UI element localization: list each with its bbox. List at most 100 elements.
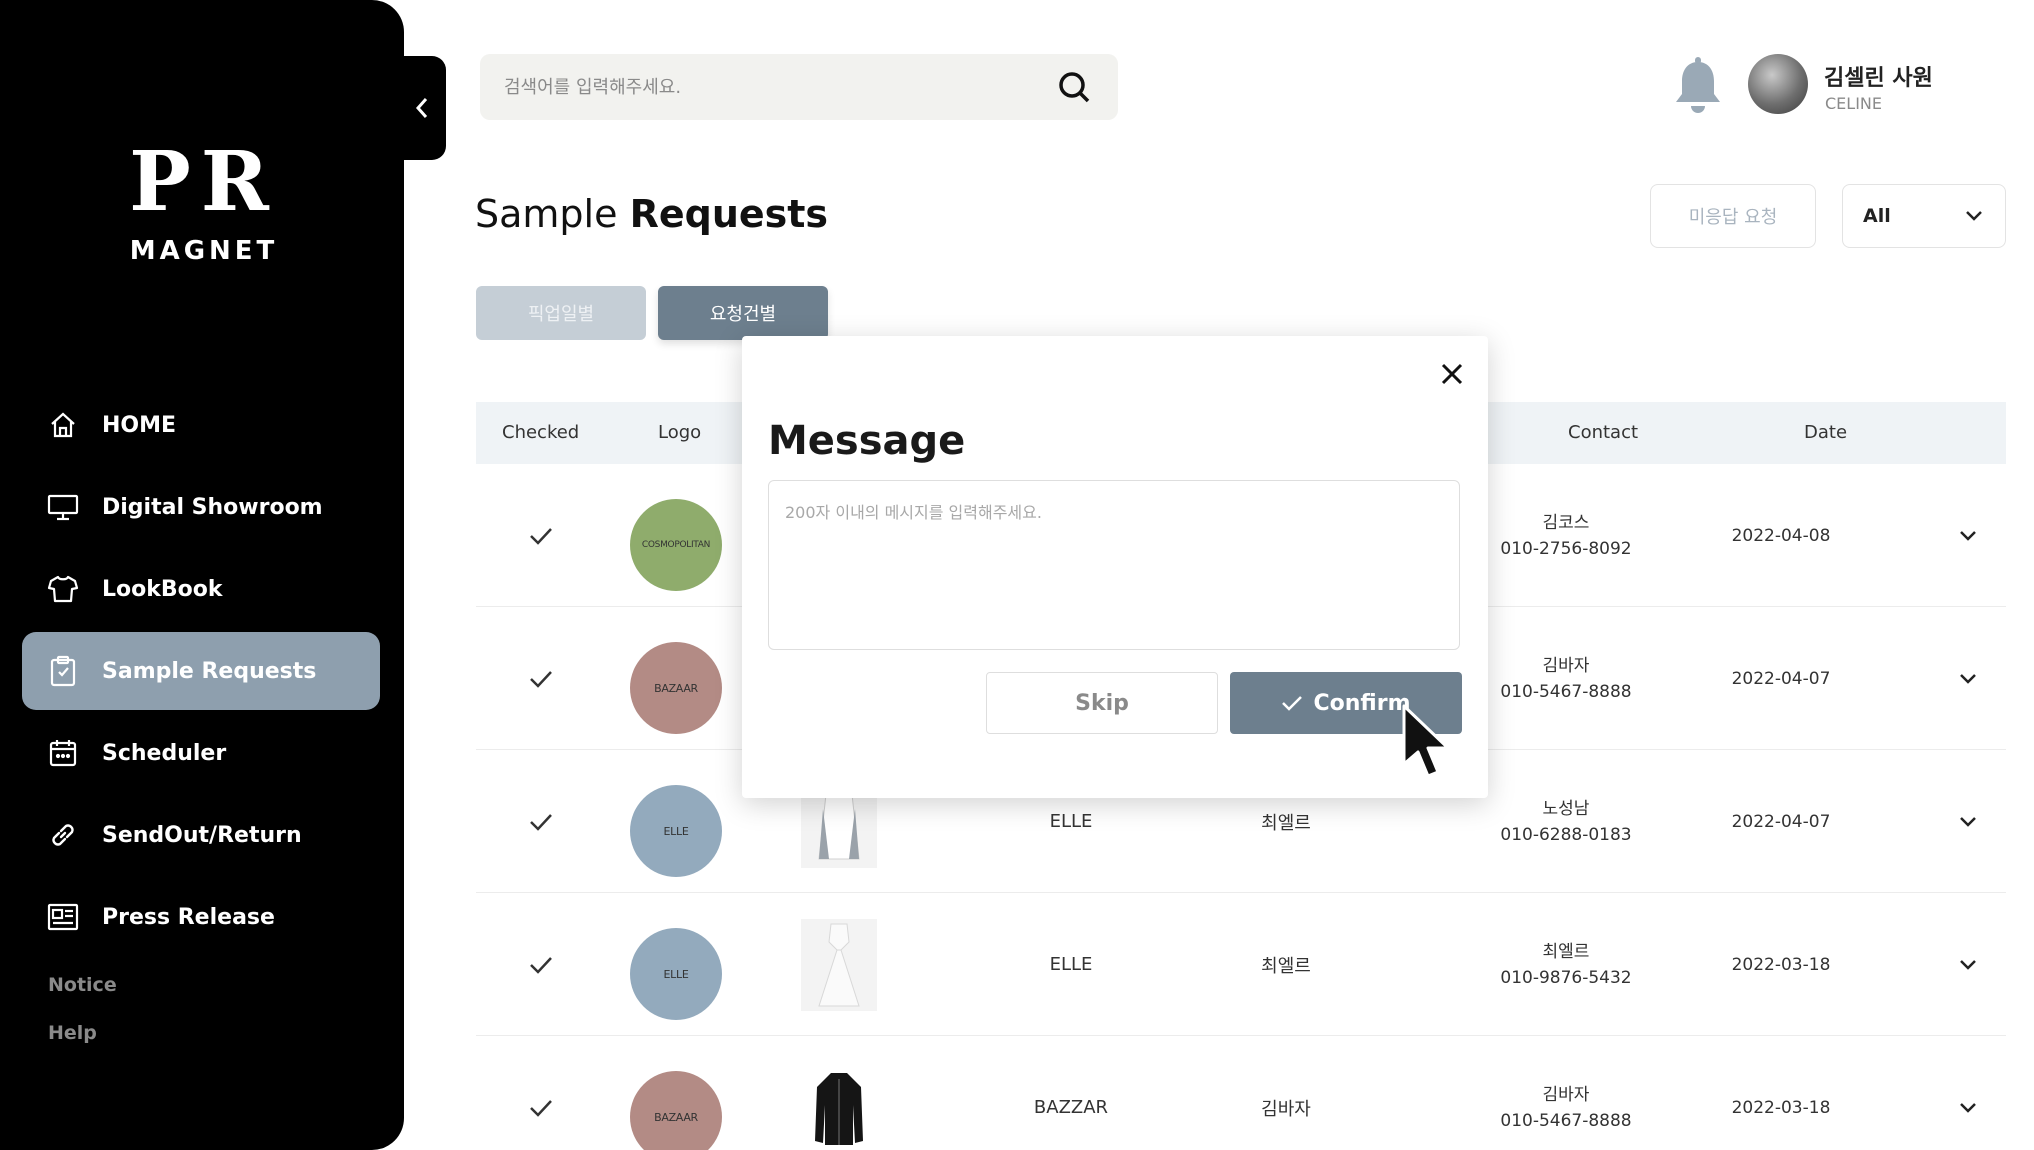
message-modal: Message Skip Confirm xyxy=(742,336,1488,798)
check-icon[interactable] xyxy=(516,1036,566,1150)
app-logo[interactable]: PR MAGNET xyxy=(104,140,304,266)
check-icon[interactable] xyxy=(516,893,566,1036)
magazine-logo: ELLE xyxy=(630,928,722,1020)
check-icon[interactable] xyxy=(516,750,566,893)
contact-name: 노성남 xyxy=(1542,798,1590,819)
sidebar-item-digital-showroom[interactable]: Digital Showroom xyxy=(22,468,380,546)
logo-badge: COSMOPOLITAN xyxy=(630,499,722,591)
table-row[interactable]: BAZAAR BAZZAR 김바자 김바자 010-5467-8888 2022… xyxy=(476,1036,2006,1150)
logo-text-bottom: MAGNET xyxy=(129,236,279,266)
tab-by-request[interactable]: 요청건별 xyxy=(658,286,828,340)
magazine-logo: BAZAAR xyxy=(630,1071,722,1150)
sample-thumbnail[interactable] xyxy=(801,1036,877,1150)
user-company: CELINE xyxy=(1825,94,1882,113)
chevron-down-icon[interactable] xyxy=(1946,893,1990,1036)
check-icon[interactable] xyxy=(516,464,566,607)
search-icon[interactable] xyxy=(1054,67,1094,107)
contact-phone: 010-6288-0183 xyxy=(1500,824,1632,845)
chevron-left-icon xyxy=(415,98,428,118)
column-header-logo: Logo xyxy=(658,422,702,443)
magazine-logo: BAZAAR xyxy=(630,642,722,734)
sidebar-item-label: HOME xyxy=(102,412,177,438)
sidebar-item-sample-requests[interactable]: Sample Requests xyxy=(22,632,380,710)
link-icon xyxy=(46,818,80,852)
home-icon xyxy=(46,408,80,442)
contact-name: 김바자 xyxy=(1542,655,1590,676)
page-title-bold: Requests xyxy=(629,192,829,236)
search-bar xyxy=(480,54,1118,120)
app: PR MAGNET HOME Digital Showroom LookBook… xyxy=(0,0,2034,1150)
sidebar-item-label: Digital Showroom xyxy=(102,494,323,520)
notice-link[interactable]: Notice xyxy=(48,974,117,996)
date-cell: 2022-04-08 xyxy=(1731,525,1831,546)
skip-button[interactable]: Skip xyxy=(986,672,1218,734)
sidebar-item-press-release[interactable]: Press Release xyxy=(22,878,380,956)
contact-phone: 010-5467-8888 xyxy=(1500,681,1632,702)
sidebar-item-lookbook[interactable]: LookBook xyxy=(22,550,380,628)
jacket-image xyxy=(801,1061,877,1150)
dress-image xyxy=(801,918,877,1011)
chevron-down-icon[interactable] xyxy=(1946,607,1990,750)
column-header-checked: Checked xyxy=(502,422,580,443)
help-link[interactable]: Help xyxy=(48,1022,117,1044)
filter-select[interactable]: All xyxy=(1842,184,2006,248)
sidebar: PR MAGNET HOME Digital Showroom LookBook… xyxy=(0,0,404,1150)
chevron-down-icon[interactable] xyxy=(1946,750,1990,893)
sidebar-nav: HOME Digital Showroom LookBook Sample Re… xyxy=(22,386,380,960)
contact-phone: 010-9876-5432 xyxy=(1500,967,1632,988)
date-cell: 2022-04-07 xyxy=(1731,811,1831,832)
chevron-down-icon[interactable] xyxy=(1946,1036,1990,1150)
magazine-logo: COSMOPOLITAN xyxy=(630,499,722,591)
date-cell: 2022-03-18 xyxy=(1731,954,1831,975)
modal-title: Message xyxy=(768,418,966,464)
close-icon[interactable] xyxy=(1434,356,1470,392)
chevron-down-icon xyxy=(1966,211,1982,221)
magazine-cell: BAZZAR xyxy=(1033,1097,1109,1118)
sidebar-item-scheduler[interactable]: Scheduler xyxy=(22,714,380,792)
contact-name: 김바자 xyxy=(1542,1084,1590,1105)
logo-text-top: PR xyxy=(129,134,279,230)
message-textarea[interactable] xyxy=(768,480,1460,650)
contact-cell: 김바자 010-5467-8888 xyxy=(1476,1036,1656,1150)
column-header-date: Date xyxy=(1804,422,1848,443)
magazine-logo: ELLE xyxy=(630,785,722,877)
sidebar-item-label: Scheduler xyxy=(102,740,227,766)
sidebar-item-sendout-return[interactable]: SendOut/Return xyxy=(22,796,380,874)
bell-icon[interactable] xyxy=(1670,56,1726,116)
page-title: Sample Requests xyxy=(475,192,828,236)
search-input[interactable] xyxy=(504,76,1054,98)
unanswered-requests-button[interactable]: 미응답 요청 xyxy=(1650,184,1816,248)
sidebar-footer-links: Notice Help xyxy=(48,974,117,1070)
sidebar-item-label: Sample Requests xyxy=(102,658,317,684)
logo-badge: BAZAAR xyxy=(630,1071,722,1150)
sample-thumbnail[interactable] xyxy=(801,893,877,1036)
page-title-light: Sample xyxy=(475,192,618,236)
date-cell: 2022-03-18 xyxy=(1731,1097,1831,1118)
sidebar-item-label: SendOut/Return xyxy=(102,822,302,848)
contact-cell: 김바자 010-5467-8888 xyxy=(1476,607,1656,750)
sidebar-collapse-button[interactable] xyxy=(398,56,446,160)
avatar[interactable] xyxy=(1748,54,1808,114)
calendar-icon xyxy=(46,736,80,770)
clipboard-icon xyxy=(46,654,80,688)
sidebar-item-label: Press Release xyxy=(102,904,275,930)
tab-by-pickup-date[interactable]: 픽업일별 xyxy=(476,286,646,340)
user-name: 김셀린 사원 xyxy=(1824,66,1933,91)
date-cell: 2022-04-07 xyxy=(1731,668,1831,689)
logo-badge: ELLE xyxy=(630,785,722,877)
contact-cell: 노성남 010-6288-0183 xyxy=(1476,750,1656,893)
check-icon[interactable] xyxy=(516,607,566,750)
confirm-button[interactable]: Confirm xyxy=(1230,672,1462,734)
contact-cell: 김코스 010-2756-8092 xyxy=(1476,464,1656,607)
sidebar-item-home[interactable]: HOME xyxy=(22,386,380,464)
editor-cell: 김바자 xyxy=(1261,1098,1311,1120)
column-header-contact: Contact xyxy=(1568,422,1639,443)
table-row[interactable]: ELLE ELLE 최엘르 최엘르 010-9876-5432 2022-03-… xyxy=(476,893,2006,1036)
contact-name: 김코스 xyxy=(1542,512,1590,533)
chevron-down-icon[interactable] xyxy=(1946,464,1990,607)
editor-cell: 최엘르 xyxy=(1261,955,1311,977)
newspaper-icon xyxy=(46,900,80,934)
logo-badge: ELLE xyxy=(630,928,722,1020)
contact-cell: 최엘르 010-9876-5432 xyxy=(1476,893,1656,1036)
check-icon xyxy=(1282,696,1303,711)
